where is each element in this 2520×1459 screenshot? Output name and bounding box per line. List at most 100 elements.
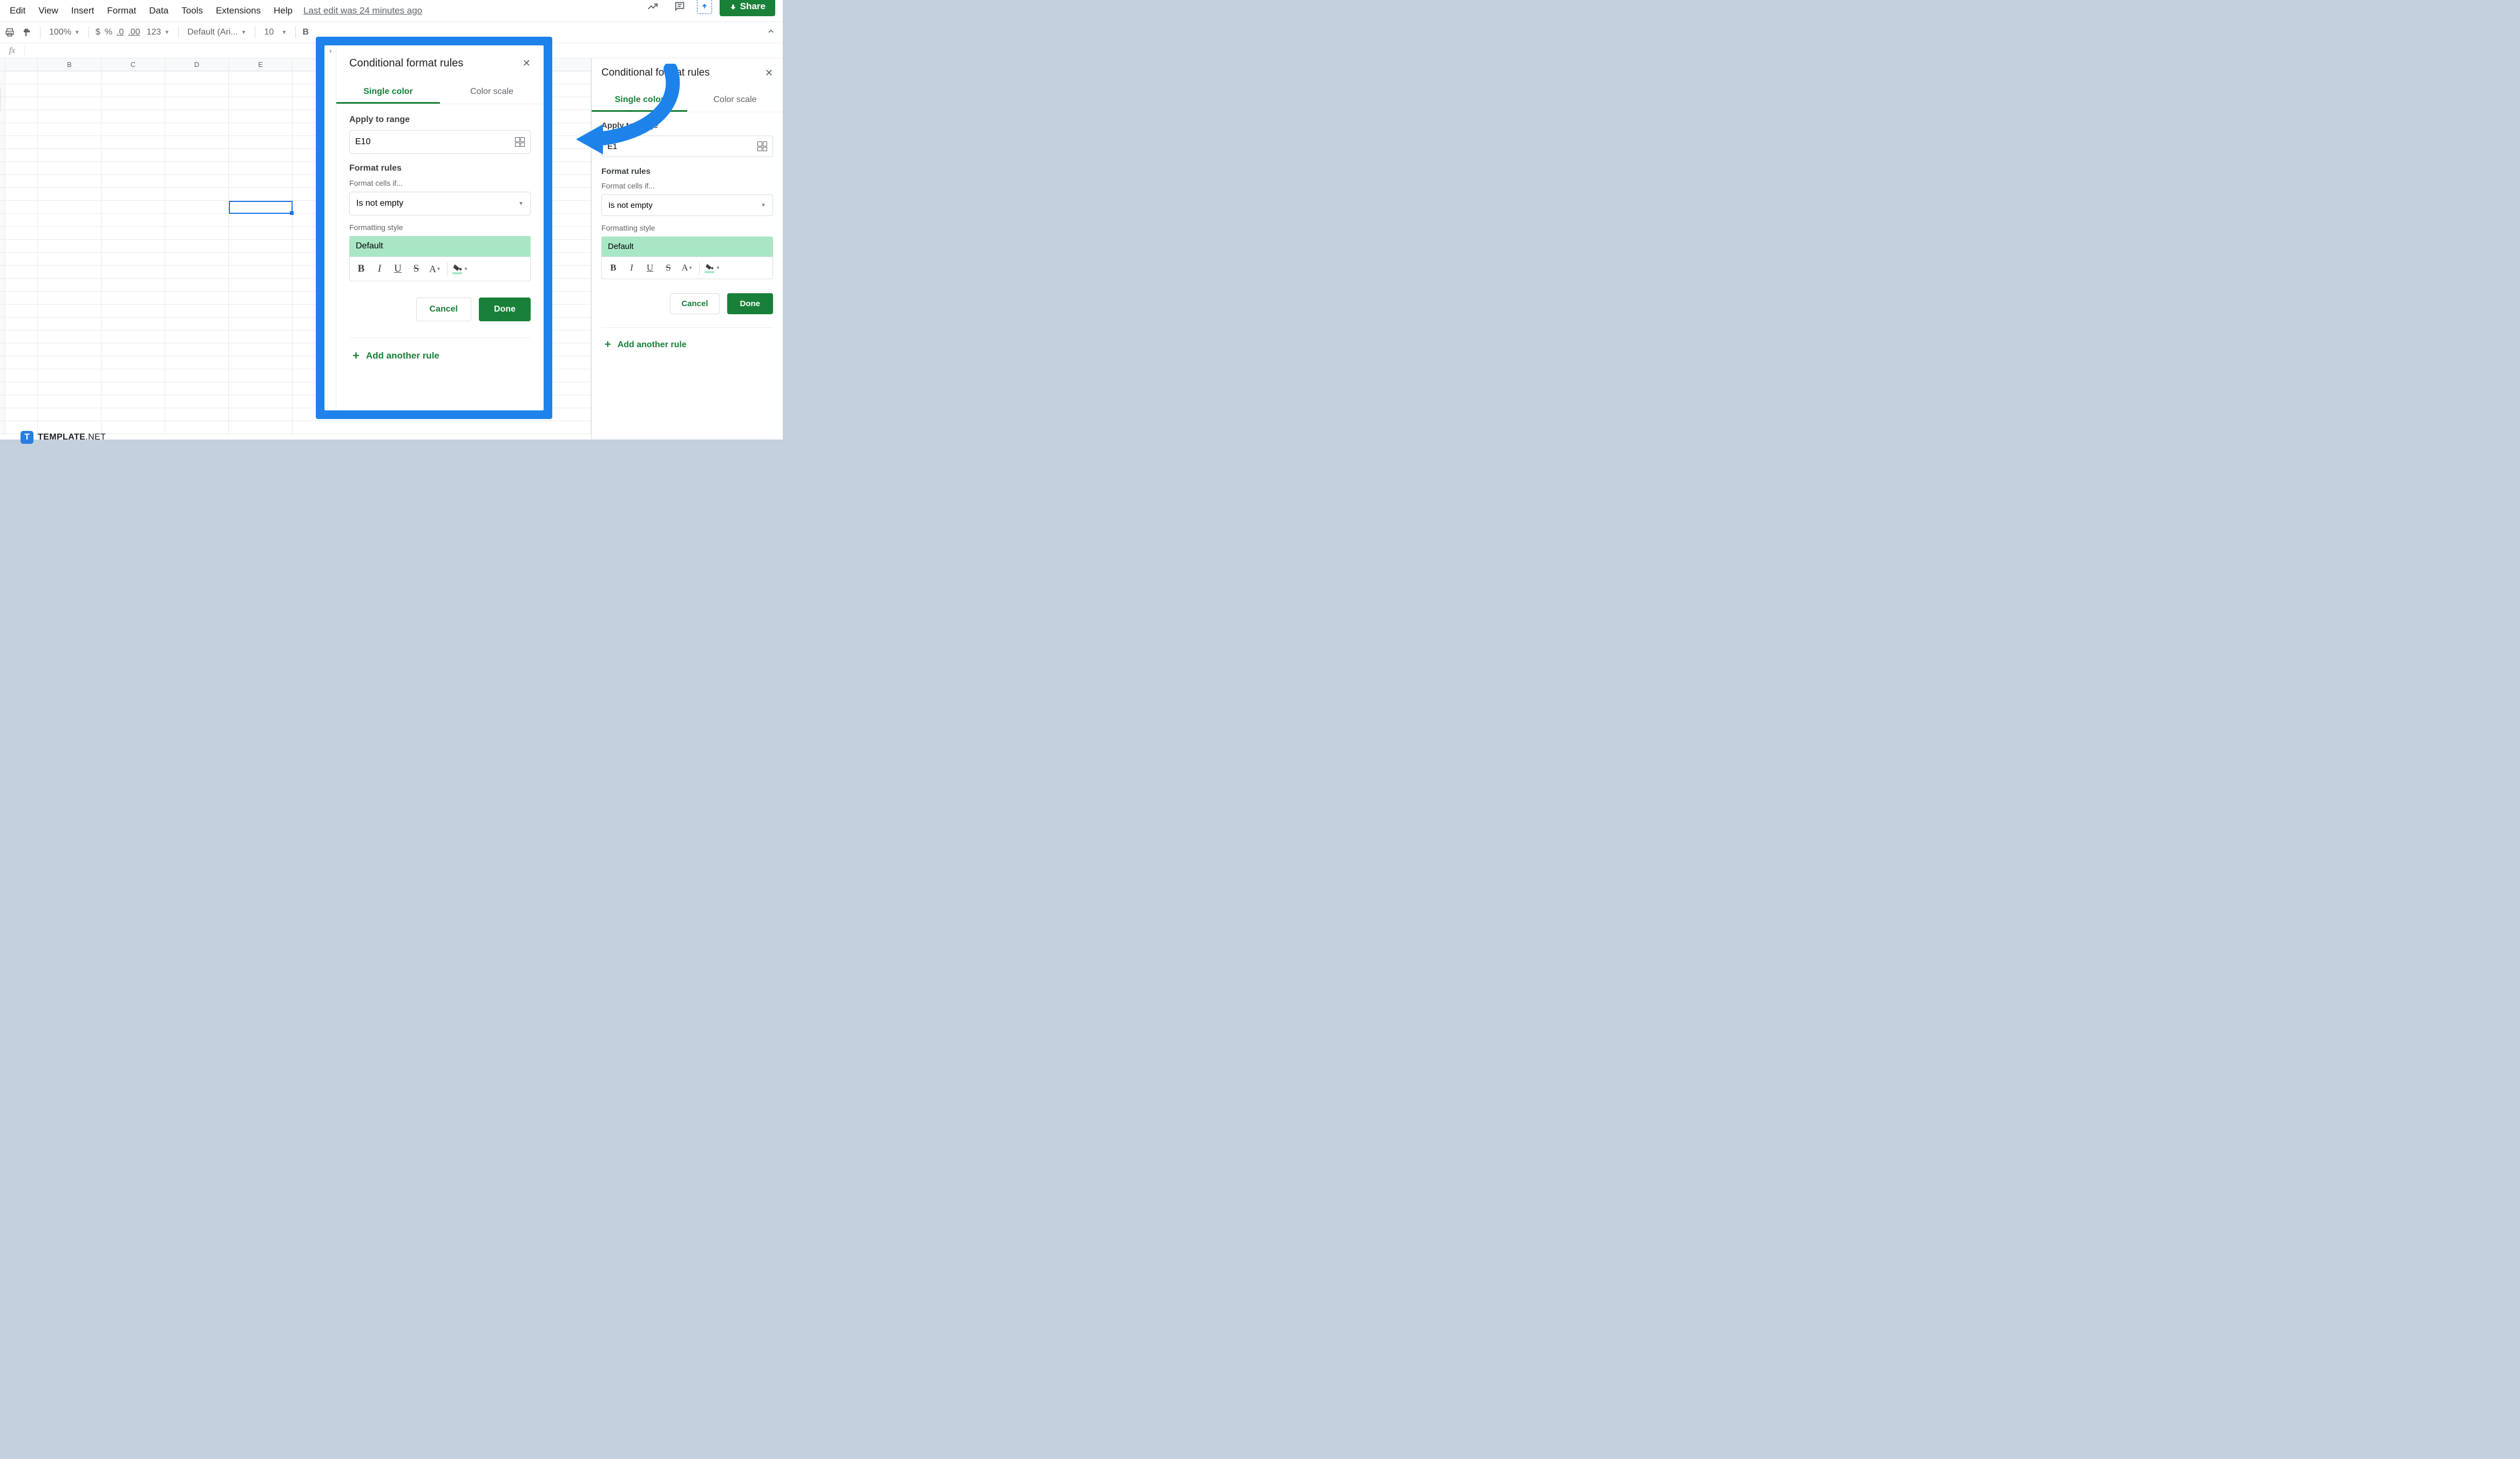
column-header[interactable]: [5, 58, 38, 71]
column-header-d[interactable]: D: [165, 58, 229, 71]
menu-extensions[interactable]: Extensions: [216, 5, 261, 16]
done-button[interactable]: Done: [479, 298, 531, 321]
menu-edit[interactable]: Edit: [10, 5, 25, 16]
brand-logo: T TEMPLATE.NET: [21, 431, 106, 444]
menu-help[interactable]: Help: [274, 5, 293, 16]
caret-down-icon: ▼: [518, 201, 524, 207]
condition-select[interactable]: Is not empty ▼: [349, 192, 531, 215]
share-label: Share: [740, 1, 766, 12]
select-range-icon[interactable]: [757, 141, 767, 151]
fill-color-button[interactable]: ▾: [452, 261, 468, 277]
selected-cell[interactable]: [229, 201, 293, 214]
caret-down-icon: ▼: [164, 30, 170, 36]
conditional-format-panel: Conditional format rules ✕ Single color …: [591, 58, 783, 440]
brand-icon: T: [21, 431, 33, 444]
separator: [447, 262, 448, 275]
caret-down-icon: ▼: [74, 30, 80, 36]
caret-down-icon: ▼: [761, 202, 766, 208]
popup-callout: Conditional format rules ✕ Single color …: [316, 37, 552, 419]
menu-insert[interactable]: Insert: [71, 5, 94, 16]
close-icon[interactable]: ✕: [765, 67, 773, 79]
tab-color-scale[interactable]: Color scale: [440, 82, 544, 104]
formatting-style-label: Formatting style: [601, 224, 773, 232]
trend-icon[interactable]: [643, 0, 662, 16]
range-input-row: [601, 136, 773, 157]
done-button[interactable]: Done: [727, 293, 774, 314]
last-edit-link[interactable]: Last edit was 24 minutes ago: [303, 5, 422, 16]
format-cells-if-label: Format cells if...: [601, 181, 773, 190]
italic-button[interactable]: I: [371, 261, 388, 277]
add-rule-label: Add another rule: [366, 350, 439, 361]
format-rules-label: Format rules: [601, 167, 773, 176]
column-header-b[interactable]: B: [38, 58, 101, 71]
format-rules-label: Format rules: [349, 164, 531, 173]
menu-bar-right: Share: [643, 0, 775, 16]
style-preview: Default: [349, 236, 531, 256]
number-format-label: 123: [147, 28, 161, 37]
close-icon[interactable]: ✕: [523, 58, 531, 69]
underline-button[interactable]: U: [390, 261, 406, 277]
toolbar-collapse-button[interactable]: [767, 27, 780, 38]
percent-button[interactable]: %: [105, 28, 112, 37]
strikethrough-button[interactable]: S: [408, 261, 424, 277]
paint-format-icon[interactable]: [21, 23, 33, 42]
scrollbar[interactable]: [0, 86, 1, 112]
present-icon[interactable]: [697, 0, 712, 14]
menu-view[interactable]: View: [38, 5, 58, 16]
bold-button[interactable]: B: [353, 261, 369, 277]
range-input[interactable]: [607, 142, 757, 151]
underline-button[interactable]: U: [642, 260, 658, 276]
style-toolbar: B I U S A▾ ▾: [349, 256, 531, 281]
tab-single-color[interactable]: Single color: [592, 90, 687, 112]
increase-decimal-button[interactable]: .00: [128, 28, 140, 37]
style-preview: Default: [601, 237, 773, 256]
condition-select[interactable]: Is not empty ▼: [601, 194, 773, 216]
format-cells-if-label: Format cells if...: [349, 179, 531, 187]
font-size-dropdown[interactable]: 10 ▼: [262, 28, 289, 37]
column-header-e[interactable]: E: [229, 58, 293, 71]
print-icon[interactable]: [3, 23, 16, 42]
menu-data[interactable]: Data: [149, 5, 168, 16]
panel-title: Conditional format rules: [601, 67, 710, 79]
menu-tools[interactable]: Tools: [181, 5, 203, 16]
text-color-button[interactable]: A▾: [679, 260, 695, 276]
text-color-button[interactable]: A▾: [426, 261, 443, 277]
separator: [178, 26, 179, 38]
cancel-button[interactable]: Cancel: [670, 293, 719, 314]
popup-panel: Conditional format rules ✕ Single color …: [336, 45, 544, 410]
share-button[interactable]: Share: [720, 0, 775, 16]
separator: [295, 26, 296, 38]
currency-button[interactable]: $: [96, 28, 100, 37]
menu-format[interactable]: Format: [107, 5, 136, 16]
cancel-button[interactable]: Cancel: [416, 298, 471, 321]
tab-single-color[interactable]: Single color: [336, 82, 440, 104]
strikethrough-button[interactable]: S: [660, 260, 676, 276]
italic-button[interactable]: I: [624, 260, 640, 276]
font-label: Default (Ari...: [187, 28, 238, 37]
bold-button[interactable]: B: [605, 260, 621, 276]
range-input[interactable]: [355, 137, 515, 147]
number-format-dropdown[interactable]: 123 ▼: [145, 28, 172, 37]
font-dropdown[interactable]: Default (Ari... ▼: [185, 28, 248, 37]
fill-color-button[interactable]: ▾: [704, 260, 720, 276]
decrease-decimal-button[interactable]: .0: [117, 28, 124, 37]
add-rule-label: Add another rule: [618, 340, 687, 350]
separator: [699, 261, 700, 274]
fill-handle[interactable]: [290, 211, 294, 215]
apply-range-label: Apply to range: [349, 115, 531, 125]
bold-button[interactable]: B: [302, 28, 309, 37]
comment-icon[interactable]: [670, 0, 689, 16]
column-header-c[interactable]: C: [101, 58, 165, 71]
tab-color-scale[interactable]: Color scale: [687, 90, 783, 112]
select-range-icon[interactable]: [515, 137, 525, 147]
add-rule-button[interactable]: + Add another rule: [349, 337, 531, 369]
add-rule-button[interactable]: + Add another rule: [601, 327, 773, 357]
style-toolbar: B I U S A▾ ▾: [601, 256, 773, 279]
select-all-corner[interactable]: [0, 58, 5, 71]
fx-icon[interactable]: fx: [0, 46, 25, 56]
font-size-value: 10: [264, 28, 274, 37]
plus-icon: +: [353, 349, 360, 363]
zoom-value: 100%: [49, 28, 71, 37]
range-input-row: [349, 130, 531, 154]
zoom-dropdown[interactable]: 100% ▼: [47, 28, 82, 37]
